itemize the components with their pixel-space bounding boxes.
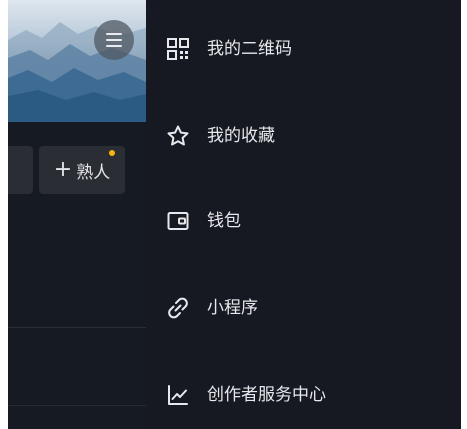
drawer-item-label: 钱包: [207, 211, 241, 231]
drawer-item-wallet[interactable]: 钱包: [146, 191, 467, 251]
chart-icon: [168, 385, 188, 405]
divider: [8, 327, 146, 328]
link-icon: [168, 297, 188, 319]
drawer-item-label: 创作者服务中心: [207, 385, 326, 405]
menu-icon-bar: [106, 39, 122, 41]
screen-edge: [0, 0, 8, 429]
side-drawer: 我的二维码 我的收藏 钱包 小程序 创作者服务中心: [146, 0, 467, 429]
profile-action-chip[interactable]: [8, 146, 33, 194]
qr-code-icon: [167, 38, 189, 60]
notification-dot: [109, 150, 115, 156]
drawer-item-label: 小程序: [207, 298, 258, 318]
star-icon: [167, 125, 189, 146]
divider: [8, 405, 146, 406]
add-friend-label: 熟人: [76, 162, 111, 183]
drawer-item-mini-programs[interactable]: 小程序: [146, 278, 467, 338]
menu-button[interactable]: [94, 20, 134, 60]
app-screen: + 熟人 我的二维码 我的收藏 钱包 小程序 创作者服务中心: [0, 0, 467, 429]
drawer-item-label: 我的二维码: [207, 39, 292, 59]
drawer-item-qr-code[interactable]: 我的二维码: [146, 19, 467, 79]
menu-icon: [106, 33, 122, 35]
drawer-item-favorites[interactable]: 我的收藏: [146, 106, 467, 166]
add-friend-button[interactable]: + 熟人: [39, 146, 125, 194]
drawer-item-creator-center[interactable]: 创作者服务中心: [146, 365, 467, 425]
plus-icon: +: [53, 157, 73, 182]
profile-cover-image: [8, 0, 146, 122]
wallet-icon: [167, 212, 189, 230]
menu-icon-bar: [106, 45, 122, 47]
drawer-item-label: 我的收藏: [207, 126, 275, 146]
screen-edge: [461, 0, 467, 429]
